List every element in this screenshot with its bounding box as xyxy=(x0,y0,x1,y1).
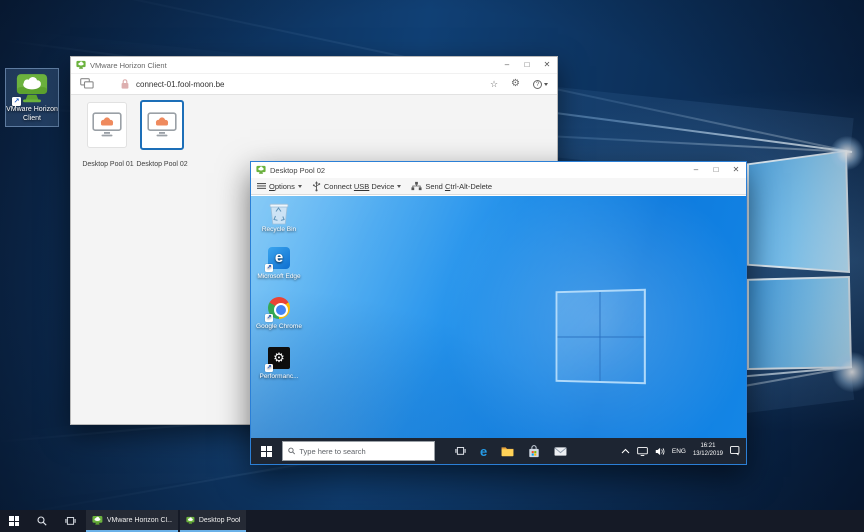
taskbar-app-desktop-pool-02[interactable]: Desktop Pool 02 xyxy=(180,510,246,532)
help-icon: ? xyxy=(533,80,542,89)
shortcut-arrow-icon: ↗ xyxy=(12,97,21,106)
mail-icon[interactable] xyxy=(554,446,567,457)
vm-search-box[interactable] xyxy=(282,441,435,461)
window-controls: – □ ✕ xyxy=(497,57,557,73)
chrome-icon: ↗ xyxy=(267,297,291,321)
maximize-button[interactable]: □ xyxy=(517,57,537,73)
settings-gear-icon[interactable]: ⚙ xyxy=(511,79,520,89)
taskbar-app-vmware-horizon-client[interactable]: VMware Horizon Cl... xyxy=(86,510,178,532)
vm-icon-label: Microsoft Edge xyxy=(255,273,303,281)
close-button[interactable]: ✕ xyxy=(726,162,746,178)
vm-desktop-icon-performance[interactable]: ⚙ ↗ Performanc... xyxy=(255,346,303,381)
task-view-icon[interactable] xyxy=(455,446,466,456)
recycle-bin-icon xyxy=(267,200,291,224)
horizon-app-icon xyxy=(76,60,86,70)
maximize-button[interactable]: □ xyxy=(706,162,726,178)
usb-icon xyxy=(312,180,321,192)
pool-tile-desktop-pool-02[interactable] xyxy=(140,100,184,150)
vm-wallpaper-shade xyxy=(251,196,746,438)
host-task-view-button[interactable] xyxy=(56,510,84,532)
horizon-title-bar[interactable]: VMware Horizon Client – □ ✕ xyxy=(71,57,557,73)
language-indicator[interactable]: ENG xyxy=(672,448,686,455)
file-explorer-icon[interactable] xyxy=(501,446,514,457)
vm-desktop-icon-microsoft-edge[interactable]: e ↗ Microsoft Edge xyxy=(255,246,303,281)
options-menu-button[interactable]: Options xyxy=(257,182,302,191)
edge-icon: e ↗ xyxy=(267,247,291,271)
vm-start-button[interactable] xyxy=(261,446,272,457)
desktop-shortcut-vmware-horizon-client[interactable]: ↗ VMware Horizon Client xyxy=(5,68,59,127)
clock[interactable]: 16:21 13/12/2019 xyxy=(693,443,723,459)
shortcut-arrow-icon: ↗ xyxy=(265,264,273,272)
shortcut-arrow-icon: ↗ xyxy=(265,364,273,372)
window-controls: – □ ✕ xyxy=(686,162,746,178)
clock-date: 13/12/2019 xyxy=(693,451,723,459)
dual-monitor-icon[interactable] xyxy=(80,78,94,90)
favorites-star-icon[interactable]: ☆ xyxy=(490,80,498,89)
tray-chevron-up-icon[interactable] xyxy=(621,448,630,454)
server-address[interactable]: connect-01.fool-moon.be xyxy=(136,80,225,89)
horizon-app-icon xyxy=(256,165,266,175)
performance-tool-icon: ⚙ ↗ xyxy=(267,347,291,371)
chevron-down-icon xyxy=(397,185,401,188)
network-display-icon[interactable] xyxy=(637,447,648,456)
vm-system-tray: ENG 16:21 13/12/2019 xyxy=(621,443,740,459)
horizon-server-bar: connect-01.fool-moon.be ☆ ⚙ ? xyxy=(71,73,557,95)
action-center-icon[interactable] xyxy=(730,446,740,456)
vm-search-input[interactable] xyxy=(299,447,429,456)
clock-time: 16:21 xyxy=(693,443,723,451)
window-title: VMware Horizon Client xyxy=(90,61,167,70)
vm-taskbar-icons: e xyxy=(455,445,567,458)
pool-label: Desktop Pool 01 xyxy=(77,161,139,168)
horizon-actions: ☆ ⚙ ? xyxy=(490,79,548,89)
host-taskbar: VMware Horizon Cl... Desktop Pool 02 xyxy=(0,510,864,532)
help-menu-button[interactable]: ? xyxy=(533,80,548,89)
volume-icon[interactable] xyxy=(655,447,665,456)
task-view-icon xyxy=(65,516,76,526)
windows-start-icon xyxy=(9,516,19,526)
windows-logo xyxy=(556,289,646,385)
search-icon xyxy=(37,516,47,526)
desktop-shortcut-label: VMware Horizon Client xyxy=(6,106,58,124)
send-ctrl-alt-delete-button[interactable]: Send Ctrl-Alt-Delete xyxy=(411,181,492,191)
horizon-app-icon xyxy=(92,515,103,526)
pool-label: Desktop Pool 02 xyxy=(131,161,193,168)
hamburger-menu-icon xyxy=(257,182,266,190)
vm-desktop-icon-google-chrome[interactable]: ↗ Google Chrome xyxy=(255,296,303,331)
vm-desktop: Recycle Bin e ↗ Microsoft Edge ↗ Google … xyxy=(251,196,746,438)
close-button[interactable]: ✕ xyxy=(537,57,557,73)
window-title: Desktop Pool 02 xyxy=(270,166,325,175)
chevron-down-icon xyxy=(298,185,302,188)
edge-taskbar-icon[interactable]: e xyxy=(480,445,487,458)
pool-tile-desktop-pool-01[interactable] xyxy=(87,102,127,148)
host-search-button[interactable] xyxy=(28,510,56,532)
host-desktop: ↗ VMware Horizon Client VMware Horizon C… xyxy=(0,0,864,532)
pool-monitor-cloud-icon xyxy=(147,112,177,138)
vm-title-bar[interactable]: Desktop Pool 02 – □ ✕ xyxy=(251,162,746,178)
taskbar-app-label: VMware Horizon Cl... xyxy=(107,517,172,524)
chevron-down-icon xyxy=(544,83,548,86)
send-keys-icon xyxy=(411,181,422,191)
vmware-horizon-icon: ↗ xyxy=(14,72,50,105)
vm-desktop-icon-recycle-bin[interactable]: Recycle Bin xyxy=(255,200,303,234)
lock-icon xyxy=(120,78,130,90)
search-icon xyxy=(288,447,295,455)
minimize-button[interactable]: – xyxy=(686,162,706,178)
vm-icon-label: Google Chrome xyxy=(255,323,303,331)
connect-usb-device-button[interactable]: Connect USB Device xyxy=(312,180,401,192)
horizon-app-icon xyxy=(186,515,195,526)
pool-monitor-cloud-icon xyxy=(92,112,122,138)
vm-session-window: Desktop Pool 02 – □ ✕ Options xyxy=(250,161,747,465)
vm-icon-label: Recycle Bin xyxy=(255,226,303,234)
vm-taskbar: e xyxy=(251,438,746,464)
shortcut-arrow-icon: ↗ xyxy=(265,314,273,322)
microsoft-store-icon[interactable] xyxy=(528,445,540,458)
taskbar-app-label: Desktop Pool 02 xyxy=(199,517,240,524)
vm-icon-label: Performanc... xyxy=(255,373,303,381)
host-start-button[interactable] xyxy=(0,510,28,532)
vm-toolbar: Options Connect USB Device xyxy=(251,178,746,195)
minimize-button[interactable]: – xyxy=(497,57,517,73)
